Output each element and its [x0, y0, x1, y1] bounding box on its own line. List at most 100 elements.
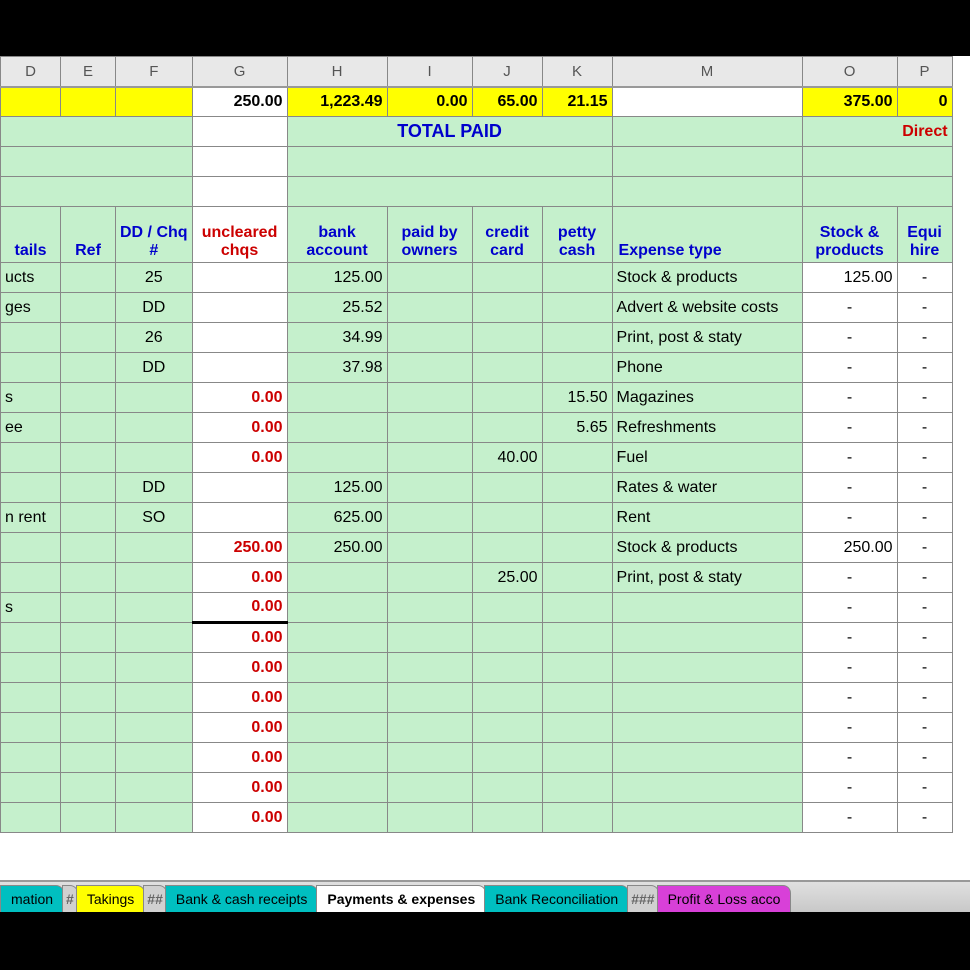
- cell-ref[interactable]: [61, 293, 116, 323]
- cell-ref[interactable]: [61, 503, 116, 533]
- cell-ddchq[interactable]: DD: [116, 473, 193, 503]
- col-label-exptype[interactable]: Expense type: [612, 207, 802, 263]
- cell-stock[interactable]: -: [802, 443, 897, 473]
- sheet-tab[interactable]: Payments & expenses: [316, 885, 486, 912]
- cell-ddchq[interactable]: DD: [116, 353, 193, 383]
- cell-ref[interactable]: [61, 443, 116, 473]
- cell-exp[interactable]: [612, 713, 802, 743]
- cell-bank[interactable]: 625.00: [287, 503, 387, 533]
- cell-credit[interactable]: [472, 533, 542, 563]
- cell-petty[interactable]: [542, 713, 612, 743]
- cell-ddchq[interactable]: [116, 533, 193, 563]
- cell-unc[interactable]: [192, 503, 287, 533]
- cell-paidby[interactable]: [387, 623, 472, 653]
- cell-equip[interactable]: -: [897, 353, 952, 383]
- col-label-uncleared[interactable]: unclearedchqs: [192, 207, 287, 263]
- cell-paidby[interactable]: [387, 593, 472, 623]
- cell-equip[interactable]: -: [897, 263, 952, 293]
- sheet-tab[interactable]: Takings: [76, 885, 145, 912]
- cell-paidby[interactable]: [387, 443, 472, 473]
- cell-equip[interactable]: -: [897, 653, 952, 683]
- col-label-equip[interactable]: Equihire: [897, 207, 952, 263]
- cell-paidby[interactable]: [387, 773, 472, 803]
- cell-ddchq[interactable]: DD: [116, 293, 193, 323]
- totals-cell[interactable]: 0.00: [387, 87, 472, 117]
- col-header-E[interactable]: E: [61, 57, 116, 87]
- data-row[interactable]: n rentSO625.00Rent--: [1, 503, 953, 533]
- col-header-D[interactable]: D: [1, 57, 61, 87]
- col-header-P[interactable]: P: [897, 57, 952, 87]
- cell-ref[interactable]: [61, 323, 116, 353]
- cell-details[interactable]: [1, 623, 61, 653]
- cell-stock[interactable]: -: [802, 653, 897, 683]
- cell-credit[interactable]: 25.00: [472, 563, 542, 593]
- cell-bank[interactable]: [287, 713, 387, 743]
- sheet-tab[interactable]: mation: [0, 885, 64, 912]
- cell-equip[interactable]: -: [897, 683, 952, 713]
- cell-petty[interactable]: 15.50: [542, 383, 612, 413]
- cell-details[interactable]: [1, 773, 61, 803]
- cell-unc[interactable]: [192, 293, 287, 323]
- cell-petty[interactable]: [542, 653, 612, 683]
- cell-paidby[interactable]: [387, 503, 472, 533]
- cell-petty[interactable]: [542, 623, 612, 653]
- cell-bank[interactable]: [287, 743, 387, 773]
- cell-details[interactable]: [1, 683, 61, 713]
- col-header-M[interactable]: M: [612, 57, 802, 87]
- cell-paidby[interactable]: [387, 323, 472, 353]
- cell-details[interactable]: [1, 743, 61, 773]
- cell-exp[interactable]: Print, post & staty: [612, 323, 802, 353]
- cell-ref[interactable]: [61, 533, 116, 563]
- cell-exp[interactable]: [612, 773, 802, 803]
- cell-ddchq[interactable]: SO: [116, 503, 193, 533]
- cell-credit[interactable]: [472, 353, 542, 383]
- cell-stock[interactable]: -: [802, 383, 897, 413]
- cell-equip[interactable]: -: [897, 713, 952, 743]
- cell-ref[interactable]: [61, 683, 116, 713]
- cell-bank[interactable]: 250.00: [287, 533, 387, 563]
- cell-details[interactable]: [1, 443, 61, 473]
- cell-stock[interactable]: 250.00: [802, 533, 897, 563]
- col-header-F[interactable]: F: [116, 57, 193, 87]
- cell-stock[interactable]: -: [802, 713, 897, 743]
- cell-credit[interactable]: [472, 383, 542, 413]
- cell-unc[interactable]: 0.00: [192, 383, 287, 413]
- cell-credit[interactable]: [472, 413, 542, 443]
- cell-exp[interactable]: Print, post & staty: [612, 563, 802, 593]
- cell-exp[interactable]: Advert & website costs: [612, 293, 802, 323]
- cell-stock[interactable]: -: [802, 683, 897, 713]
- cell-petty[interactable]: [542, 803, 612, 833]
- cell-unc[interactable]: 0.00: [192, 773, 287, 803]
- cell-bank[interactable]: [287, 653, 387, 683]
- cell-details[interactable]: [1, 353, 61, 383]
- cell-credit[interactable]: [472, 773, 542, 803]
- cell-bank[interactable]: [287, 383, 387, 413]
- cell-details[interactable]: ges: [1, 293, 61, 323]
- cell-unc[interactable]: [192, 263, 287, 293]
- cell-details[interactable]: [1, 533, 61, 563]
- totals-cell[interactable]: 250.00: [192, 87, 287, 117]
- cell-exp[interactable]: Fuel: [612, 443, 802, 473]
- cell-paidby[interactable]: [387, 653, 472, 683]
- cell-unc[interactable]: 0.00: [192, 743, 287, 773]
- cell-bank[interactable]: 34.99: [287, 323, 387, 353]
- cell-petty[interactable]: [542, 503, 612, 533]
- cell-exp[interactable]: [612, 623, 802, 653]
- cell-credit[interactable]: [472, 653, 542, 683]
- cell-paidby[interactable]: [387, 263, 472, 293]
- cell-details[interactable]: [1, 653, 61, 683]
- cell-unc[interactable]: 0.00: [192, 593, 287, 623]
- data-row[interactable]: 0.00--: [1, 653, 953, 683]
- cell-credit[interactable]: [472, 503, 542, 533]
- cell-details[interactable]: n rent: [1, 503, 61, 533]
- cell-credit[interactable]: [472, 743, 542, 773]
- cell-unc[interactable]: [192, 323, 287, 353]
- cell-unc[interactable]: [192, 473, 287, 503]
- data-row[interactable]: 0.00--: [1, 773, 953, 803]
- cell-stock[interactable]: -: [802, 563, 897, 593]
- cell-unc[interactable]: 0.00: [192, 443, 287, 473]
- data-row[interactable]: 0.00--: [1, 713, 953, 743]
- cell-credit[interactable]: 40.00: [472, 443, 542, 473]
- cell-paidby[interactable]: [387, 293, 472, 323]
- col-label-details[interactable]: tails: [1, 207, 61, 263]
